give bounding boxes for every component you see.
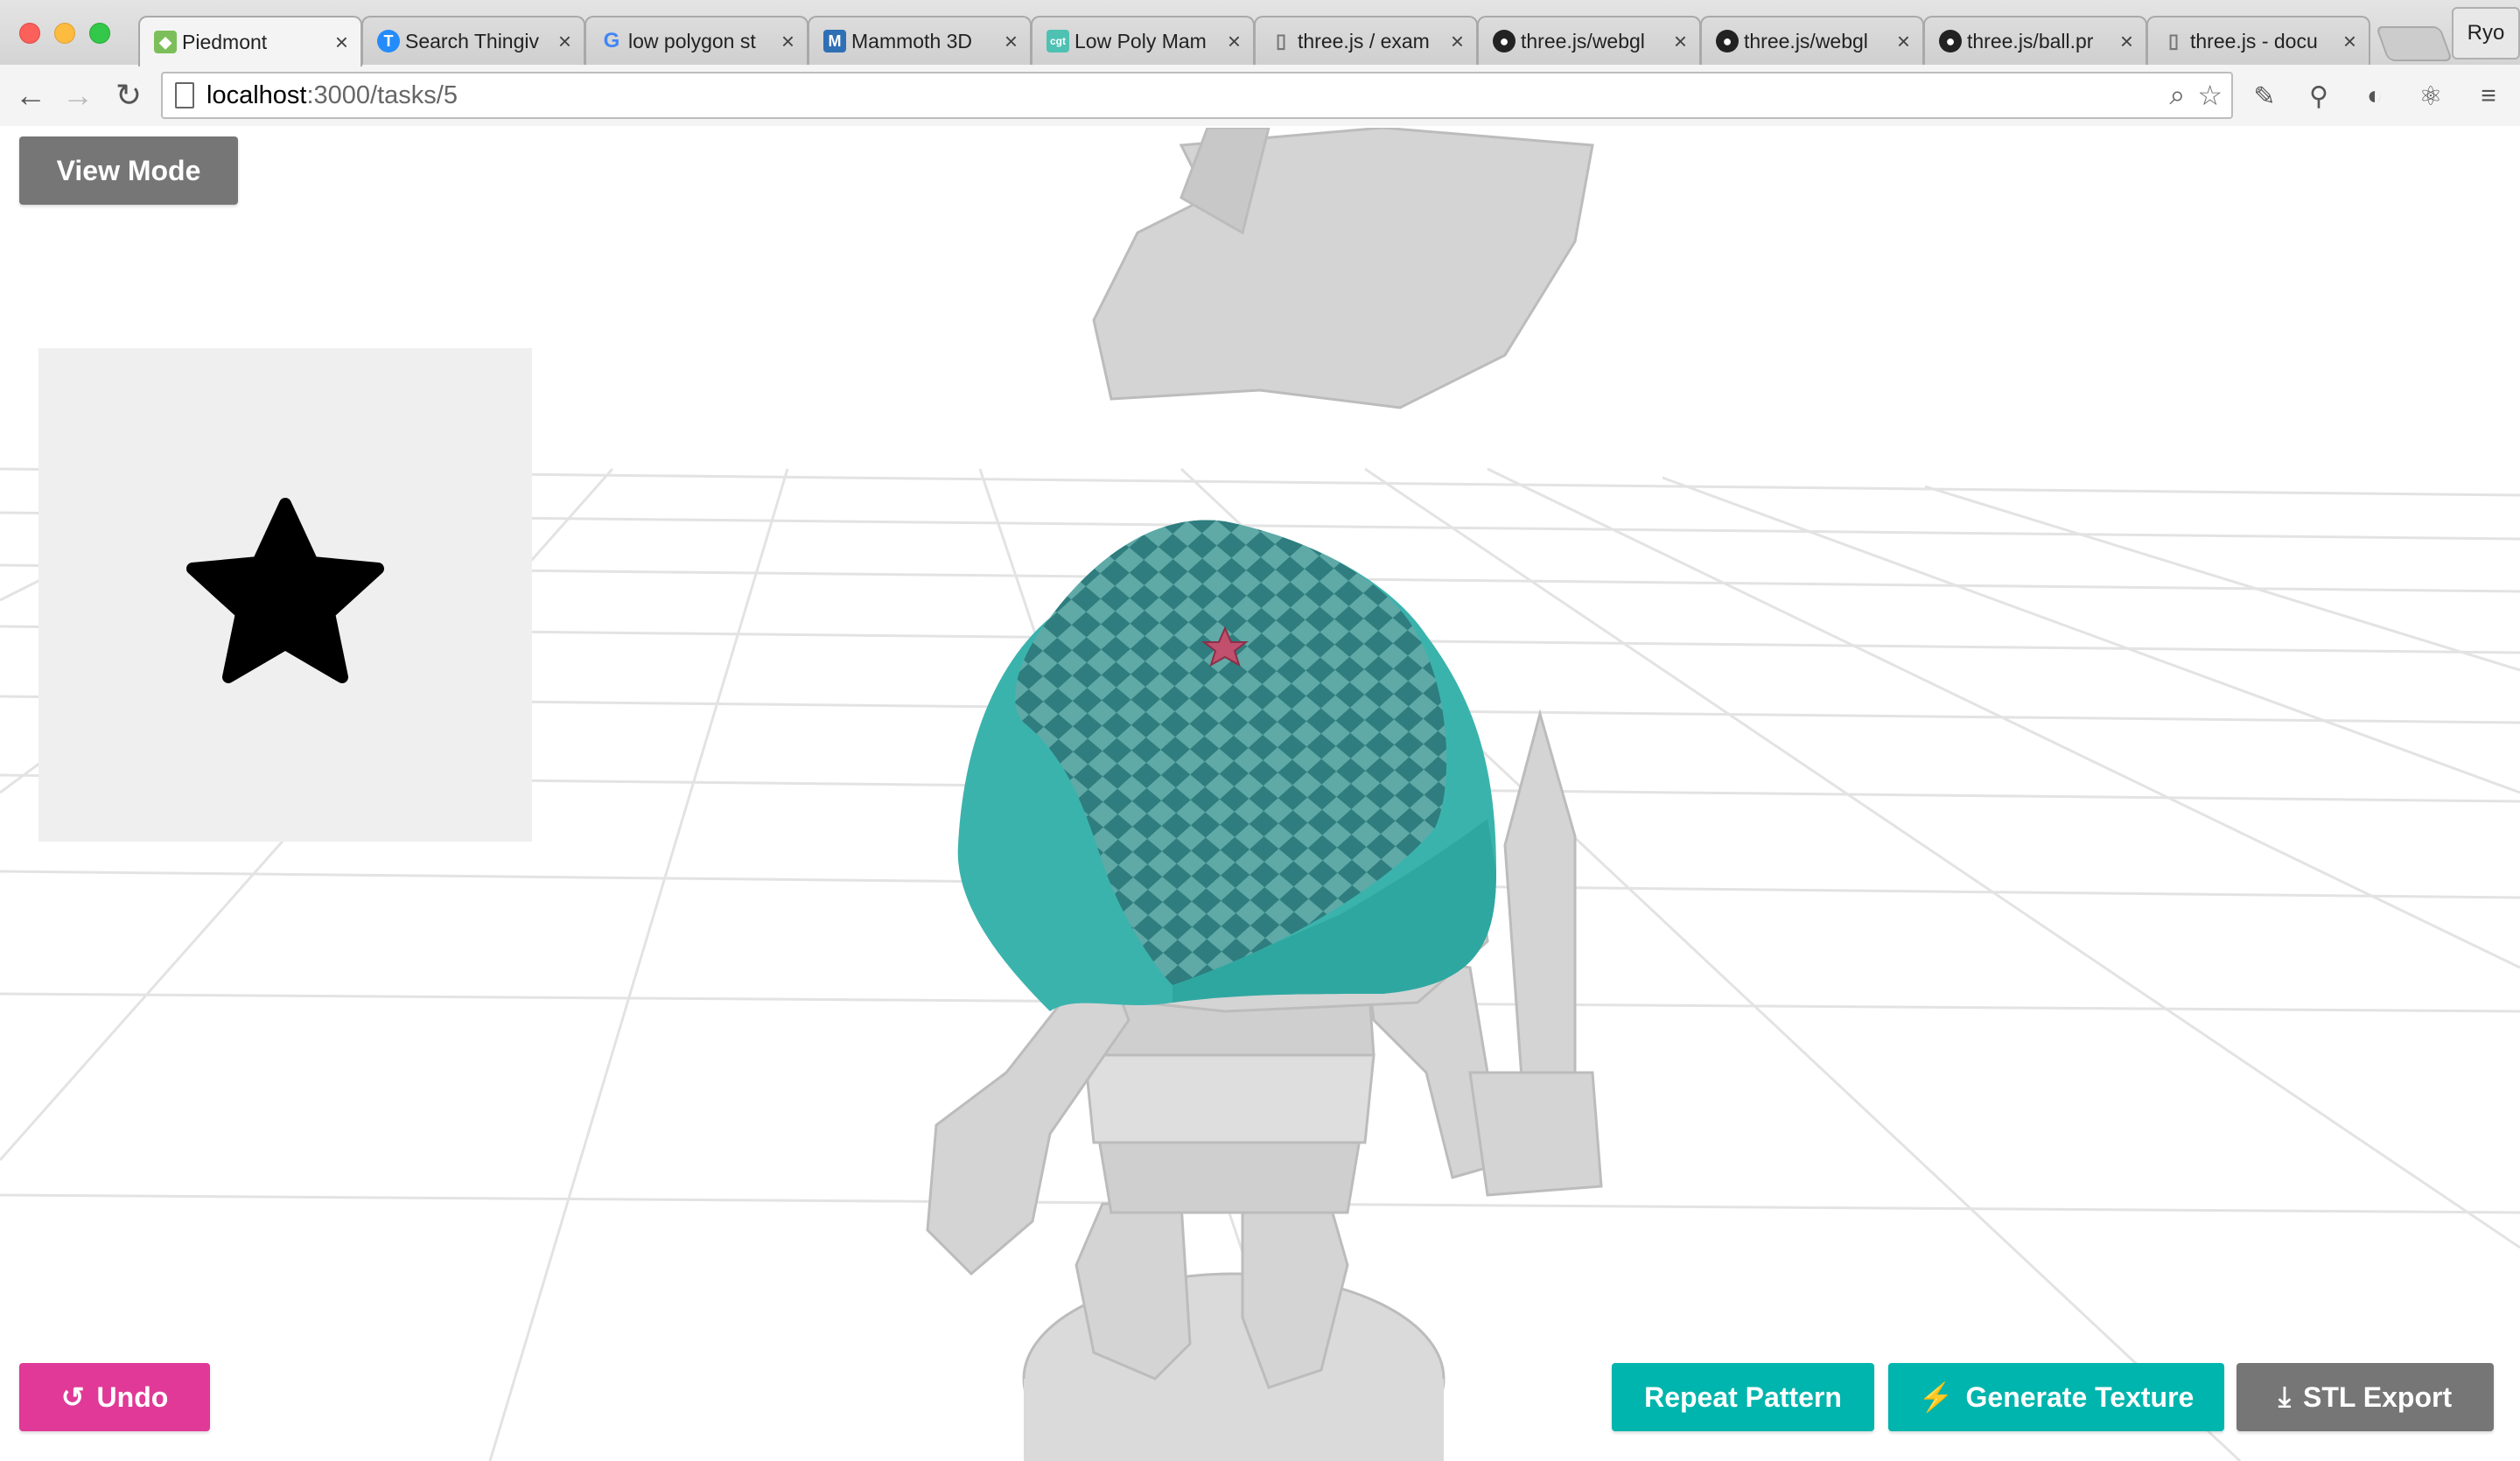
tab-strip: ◆ Piedmont × T Search Thingiv × G low po… [0,0,2520,66]
repeat-pattern-label: Repeat Pattern [1644,1381,1842,1413]
tab-title: three.js/webgl [1744,29,1868,52]
tab-title: three.js - docu [2190,29,2318,52]
magic-wand-icon: ⚡ [1918,1381,1954,1413]
react-devtools-icon[interactable]: ⚛ [2412,77,2450,115]
tab-title: three.js / exam [1298,29,1430,52]
thingiverse-icon: T [377,30,400,52]
tab-threejs-examples[interactable]: ▯ three.js / exam × [1254,16,1478,65]
extension-circle-icon[interactable]: ◐ [2356,77,2394,115]
maximize-window-button[interactable] [89,23,110,44]
github-icon: ● [1493,30,1516,52]
tab-google-search[interactable]: G low polygon st × [584,16,808,65]
tab-threejs-ball[interactable]: ● three.js/ball.pr × [1923,16,2147,65]
close-icon[interactable]: × [2120,28,2133,55]
menu-icon[interactable]: ≡ [2469,77,2508,115]
tab-threejs-docs[interactable]: ▯ three.js - docu × [2146,16,2370,65]
generate-texture-button[interactable]: ⚡ Generate Texture [1888,1363,2224,1431]
browser-toolbar: ← → ↻ localhost:3000/tasks/5 ⌕ ☆ ✎ ⚲ ◐ ⚛… [0,65,2520,126]
repeat-pattern-button[interactable]: Repeat Pattern [1612,1363,1874,1431]
pattern-preview-panel[interactable] [38,348,532,842]
close-icon[interactable]: × [558,28,571,55]
close-window-button[interactable] [19,23,40,44]
stl-export-button[interactable]: ⤓ STL Export [2236,1363,2494,1431]
minimize-window-button[interactable] [54,23,75,44]
undo-label: Undo [96,1381,169,1413]
stl-export-label: STL Export [2303,1381,2453,1413]
download-icon: ⤓ [2278,1381,2292,1412]
tab-search-thingiverse[interactable]: T Search Thingiv × [361,16,585,65]
app-page: View Mode ↺ Undo Repeat Pattern ⚡ Genera… [0,128,2520,1461]
page-icon [175,82,194,108]
tab-title: low polygon st [628,29,756,52]
evernote-extension-icon[interactable]: ✎ [2245,77,2284,115]
back-arrow-icon[interactable]: ← [9,73,52,117]
tab-title: Piedmont [182,30,268,53]
forward-arrow-icon[interactable]: → [56,73,100,117]
new-tab-button[interactable] [2375,26,2454,61]
tab-title: three.js/webgl [1521,29,1645,52]
bookmark-star-icon[interactable]: ☆ [2197,79,2222,112]
close-icon[interactable]: × [1228,28,1241,55]
tab-title: Mammoth 3D [851,29,973,52]
mammoth-icon: M [823,30,846,52]
close-icon[interactable]: × [2343,28,2356,55]
address-bar[interactable]: localhost:3000/tasks/5 ⌕ ☆ [161,72,2233,119]
undo-button[interactable]: ↺ Undo [19,1363,210,1431]
tab-threejs-webgl-1[interactable]: ● three.js/webgl × [1477,16,1701,65]
cgtrader-icon: cgt [1046,30,1069,52]
github-icon: ● [1939,30,1962,52]
tab-list: ◆ Piedmont × T Search Thingiv × G low po… [138,16,2370,66]
url-host: localhost [206,80,307,109]
tab-threejs-webgl-2[interactable]: ● three.js/webgl × [1700,16,1924,65]
generate-texture-label: Generate Texture [1965,1381,2194,1413]
browser-chrome: ◆ Piedmont × T Search Thingiv × G low po… [0,0,2520,126]
tab-mammoth-3d[interactable]: M Mammoth 3D × [808,16,1032,65]
close-icon[interactable]: × [335,29,348,56]
close-icon[interactable]: × [1004,28,1018,55]
profile-button[interactable]: Ryo [2452,7,2520,59]
star-icon [186,498,384,683]
tab-low-poly-mammoth[interactable]: cgt Low Poly Mam × [1031,16,1255,65]
tab-piedmont[interactable]: ◆ Piedmont × [138,16,362,66]
extension-icon[interactable]: ⚲ [2300,77,2338,115]
close-icon[interactable]: × [1451,28,1464,55]
github-icon: ● [1716,30,1739,52]
zoom-icon[interactable]: ⌕ [2169,79,2185,112]
url-path: :3000/tasks/5 [306,80,458,109]
view-mode-button[interactable]: View Mode [19,136,238,205]
cube-icon: ◆ [154,31,177,53]
close-icon[interactable]: × [1897,28,1910,55]
undo-icon: ↺ [60,1381,85,1413]
close-icon[interactable]: × [1674,28,1687,55]
document-icon: ▯ [1275,30,1287,52]
tab-title: Search Thingiv [405,29,539,52]
google-icon: G [603,29,620,52]
document-icon: ▯ [2167,30,2180,52]
close-icon[interactable]: × [781,28,794,55]
reload-icon[interactable]: ↻ [107,73,150,117]
view-mode-label: View Mode [56,154,201,186]
tab-title: three.js/ball.pr [1967,29,2094,52]
tab-title: Low Poly Mam [1074,29,1207,52]
painted-texture-region [957,520,1496,1011]
